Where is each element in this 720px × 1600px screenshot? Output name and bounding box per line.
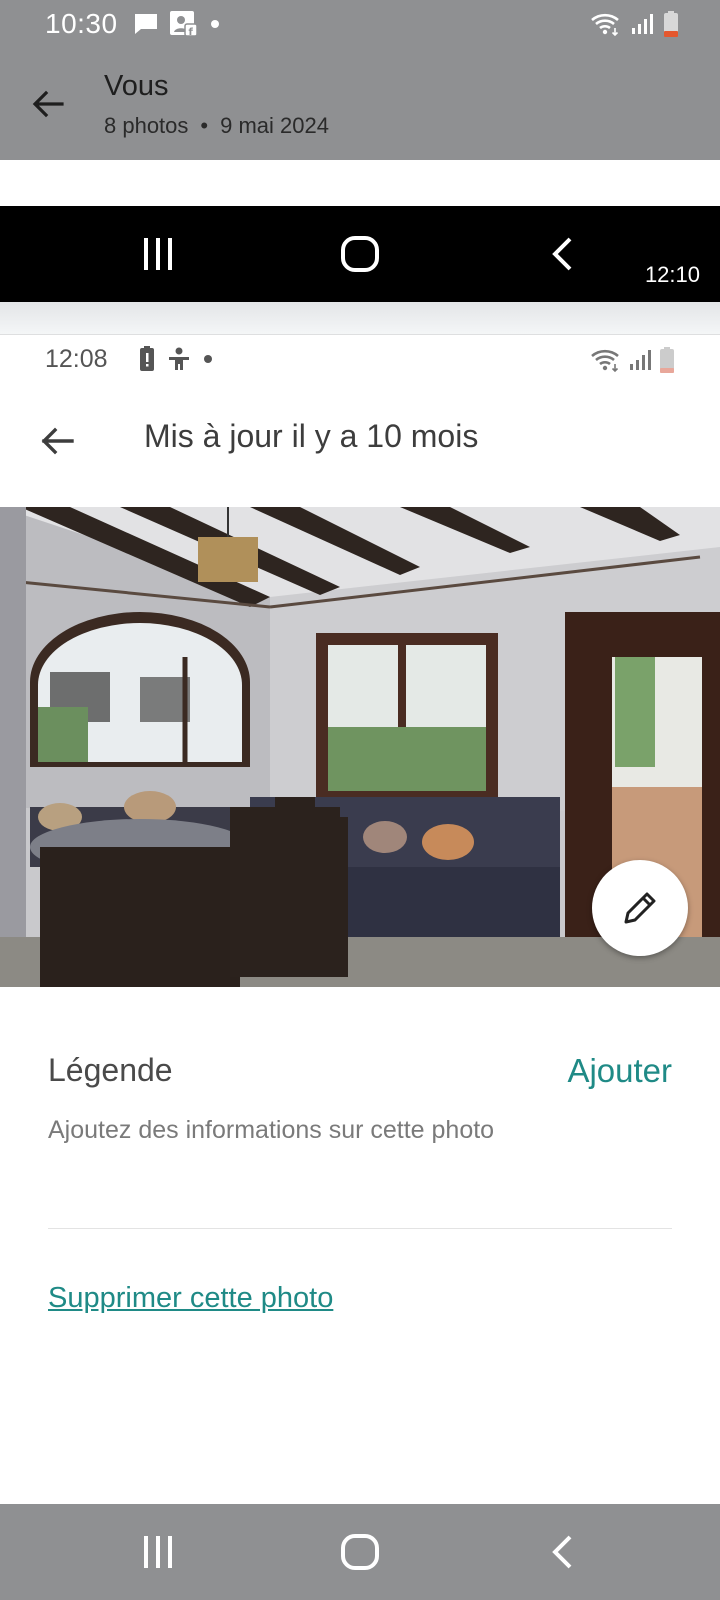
notification-dot-icon [204, 355, 212, 363]
recent-apps-icon[interactable] [140, 236, 176, 272]
caption-label: Légende [48, 1052, 173, 1088]
inner-status-left-icons [138, 346, 214, 372]
accessibility-icon [169, 347, 189, 370]
back-chevron-icon[interactable] [548, 1534, 576, 1570]
subtitle-separator: • [200, 113, 209, 138]
facebook-contact-icon: f [170, 11, 198, 38]
shadow-strip [0, 302, 720, 335]
bottom-navigation-bar [0, 1504, 720, 1600]
back-arrow-icon[interactable] [36, 420, 78, 462]
inner-status-time: 12:08 [45, 345, 108, 373]
outer-album-subtitle: 8 photos • 9 mai 2024 [104, 113, 329, 139]
inner-navigation-bar [0, 206, 720, 302]
home-icon[interactable] [340, 236, 380, 272]
pencil-icon [624, 892, 656, 924]
wifi-icon [591, 13, 619, 37]
outer-status-time: 10:30 [45, 8, 118, 39]
page-title: Mis à jour il y a 10 mois [144, 418, 479, 454]
caption-help-text: Ajoutez des informations sur cette photo [48, 1116, 495, 1144]
back-chevron-icon[interactable] [548, 236, 576, 272]
battery-low-icon [664, 11, 678, 37]
outer-status-right-icons [590, 10, 680, 38]
inner-status-right-icons [590, 346, 676, 374]
signal-icon [630, 350, 651, 370]
album-date: 9 mai 2024 [220, 113, 329, 138]
edit-photo-button[interactable] [592, 860, 688, 956]
delete-photo-link[interactable]: Supprimer cette photo [48, 1282, 333, 1315]
add-caption-button[interactable]: Ajouter [567, 1052, 672, 1090]
battery-icon [660, 347, 674, 373]
photo-count: 8 photos [104, 113, 189, 138]
outer-status-left-icons: f [133, 10, 221, 38]
white-strip [0, 160, 720, 206]
outer-album-title: Vous [104, 70, 169, 102]
svg-text:f: f [189, 27, 194, 38]
notification-dot-icon [211, 20, 219, 28]
signal-icon [632, 14, 653, 34]
home-icon[interactable] [340, 1534, 380, 1570]
wifi-icon [591, 349, 619, 373]
outer-back-arrow-icon[interactable] [28, 84, 68, 124]
message-icon [135, 14, 157, 34]
section-divider [48, 1228, 672, 1229]
battery-alert-icon [140, 346, 154, 371]
recent-apps-icon[interactable] [140, 1534, 176, 1570]
inner-navbar-clock: 12:10 [644, 262, 700, 287]
